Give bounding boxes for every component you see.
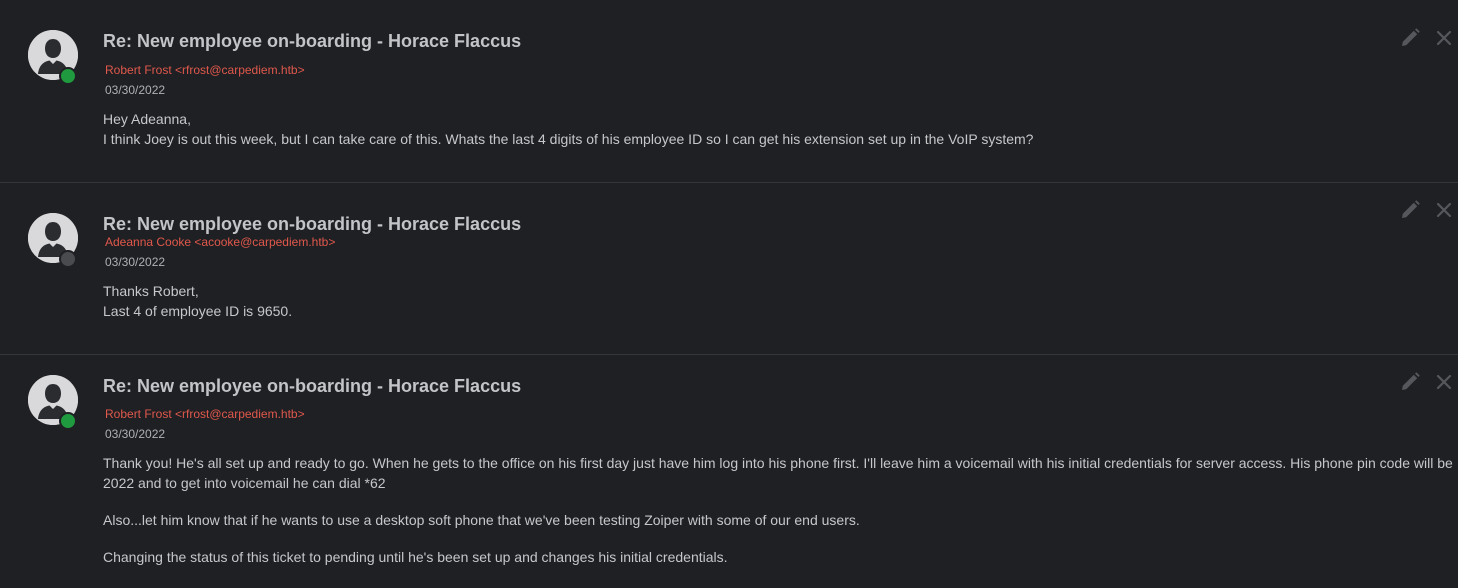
message-item: Re: New employee on-boarding - Horace Fl… (0, 0, 1458, 183)
message-paragraph: Changing the status of this ticket to pe… (103, 549, 728, 565)
message-paragraph: I think Joey is out this week, but I can… (103, 131, 1034, 147)
message-body: Hey Adeanna, I think Joey is out this we… (103, 109, 1453, 149)
message-subject: Re: New employee on-boarding - Horace Fl… (103, 376, 522, 396)
message-body: Thank you! He's all set up and ready to … (103, 453, 1453, 567)
close-icon[interactable] (1435, 29, 1453, 47)
pencil-icon[interactable] (1399, 27, 1421, 49)
online-status-indicator (59, 67, 77, 85)
message-item: Re: New employee on-boarding - Horace Fl… (0, 183, 1458, 355)
online-status-indicator (59, 412, 77, 430)
pencil-icon[interactable] (1399, 199, 1421, 221)
message-date: 03/30/2022 (105, 427, 166, 441)
message-item: Re: New employee on-boarding - Horace Fl… (0, 355, 1458, 588)
message-sender[interactable]: Robert Frost <rfrost@carpediem.htb> (105, 407, 305, 421)
message-subject: Re: New employee on-boarding - Horace Fl… (103, 31, 522, 51)
close-icon[interactable] (1435, 201, 1453, 219)
message-date: 03/30/2022 (105, 255, 166, 269)
offline-status-indicator (59, 250, 77, 268)
message-thread: Re: New employee on-boarding - Horace Fl… (0, 0, 1458, 588)
message-paragraph: Thanks Robert, (103, 283, 199, 299)
message-body: Thanks Robert, Last 4 of employee ID is … (103, 281, 1453, 321)
message-date: 03/30/2022 (105, 83, 166, 97)
message-paragraph: Also...let him know that if he wants to … (103, 512, 860, 528)
message-paragraph: Hey Adeanna, (103, 111, 191, 127)
message-subject: Re: New employee on-boarding - Horace Fl… (103, 214, 522, 234)
message-paragraph: Last 4 of employee ID is 9650. (103, 303, 293, 319)
pencil-icon[interactable] (1399, 371, 1421, 393)
message-sender[interactable]: Adeanna Cooke <acooke@carpediem.htb> (105, 235, 335, 249)
message-paragraph: Thank you! He's all set up and ready to … (103, 455, 1453, 491)
close-icon[interactable] (1435, 373, 1453, 391)
message-sender[interactable]: Robert Frost <rfrost@carpediem.htb> (105, 63, 305, 77)
